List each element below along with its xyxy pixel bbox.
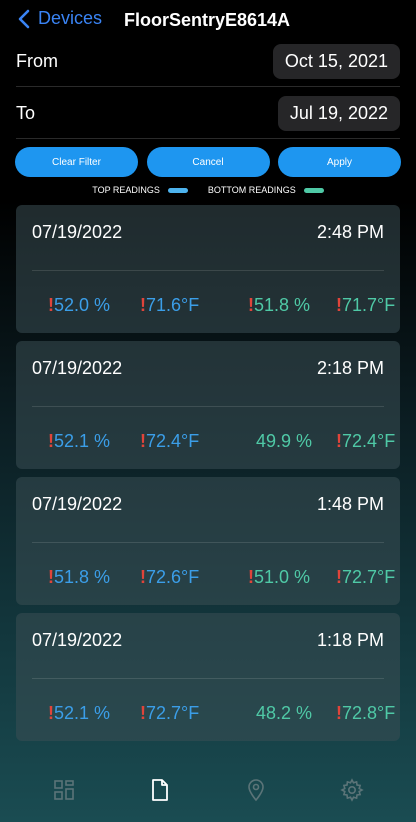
bottom-temperature-value: !71.7°F xyxy=(336,295,395,316)
bottom-humidity-value: !51.8 % xyxy=(248,295,310,316)
readings-legend: TOP READINGS BOTTOM READINGS xyxy=(0,183,416,197)
reading-card[interactable]: 07/19/2022 2:18 PM !52.1 % !72.4°F 49.9 % !72… xyxy=(16,341,400,469)
reading-values: !52.0 % !71.6°F !51.8 % !71.7°F xyxy=(16,295,400,317)
tab-readings[interactable] xyxy=(148,778,172,802)
cancel-button[interactable]: Cancel xyxy=(146,147,270,177)
tab-dashboard[interactable] xyxy=(52,778,76,802)
page-title: FloorSentryE8614A xyxy=(124,10,291,30)
gear-icon xyxy=(340,778,364,802)
reading-date: 07/19/2022 xyxy=(32,630,123,650)
reading-card[interactable]: 07/19/2022 1:18 PM !52.1 % !72.7°F 48.2 % !72… xyxy=(16,613,400,741)
bottom-temperature-text: 72.8°F xyxy=(342,703,396,723)
top-temperature-value: !72.4°F xyxy=(140,431,199,452)
card-divider xyxy=(32,678,384,679)
chevron-left-icon xyxy=(18,9,30,28)
apply-button[interactable]: Apply xyxy=(278,147,401,177)
reading-time: 1:18 PM xyxy=(316,630,384,650)
to-row: To Jul 19, 2022 xyxy=(16,88,400,138)
bottom-temperature-value: !72.7°F xyxy=(336,567,395,588)
top-temperature-text: 72.6°F xyxy=(146,567,200,587)
top-temperature-value: !72.6°F xyxy=(140,567,199,588)
reading-time: 2:48 PM xyxy=(316,222,384,242)
to-date-picker[interactable]: Jul 19, 2022 xyxy=(277,95,400,131)
document-icon xyxy=(152,779,168,801)
bottom-temperature-text: 71.7°F xyxy=(342,295,396,315)
dashboard-grid-icon xyxy=(54,780,74,800)
reading-values: !52.1 % !72.7°F 48.2 % !72.8°F xyxy=(16,703,400,725)
reading-card[interactable]: 07/19/2022 1:48 PM !51.8 % !72.6°F !51.0 % !7… xyxy=(16,477,400,605)
reading-time: 1:48 PM xyxy=(316,494,384,514)
divider xyxy=(16,138,400,139)
top-humidity-text: 52.1 % xyxy=(54,703,111,723)
tab-bar xyxy=(0,770,416,810)
clear-filter-button[interactable]: Clear Filter xyxy=(15,147,138,177)
back-button[interactable]: Devices xyxy=(18,8,102,29)
top-humidity-value: !52.1 % xyxy=(48,431,110,452)
back-button-label: Devices xyxy=(38,8,103,28)
reading-date: 07/19/2022 xyxy=(32,358,123,378)
legend-bottom-swatch xyxy=(303,187,324,193)
top-humidity-text: 52.1 % xyxy=(54,431,111,451)
top-temperature-text: 72.4°F xyxy=(146,431,200,451)
reading-values: !51.8 % !72.6°F !51.0 % !72.7°F xyxy=(16,567,400,589)
top-humidity-text: 51.8 % xyxy=(54,567,111,587)
reading-date: 07/19/2022 xyxy=(32,222,123,242)
reading-time: 2:18 PM xyxy=(316,358,384,378)
top-humidity-value: !52.0 % xyxy=(48,295,110,316)
tab-location[interactable] xyxy=(244,778,268,802)
from-label: From xyxy=(16,50,58,71)
to-label: To xyxy=(16,102,36,123)
bottom-humidity-value: 49.9 % xyxy=(256,431,312,452)
bottom-humidity-text: 48.2 % xyxy=(256,703,313,723)
top-temperature-text: 72.7°F xyxy=(146,703,200,723)
legend-top-swatch xyxy=(167,187,188,193)
reading-card[interactable]: 07/19/2022 2:48 PM !52.0 % !71.6°F !51.8 % !7… xyxy=(16,205,400,333)
card-divider xyxy=(32,406,384,407)
location-pin-icon xyxy=(248,779,264,802)
bottom-humidity-text: 51.0 % xyxy=(254,567,311,587)
bottom-temperature-text: 72.4°F xyxy=(342,431,396,451)
top-temperature-value: !72.7°F xyxy=(140,703,199,724)
card-divider xyxy=(32,542,384,543)
bottom-humidity-text: 49.9 % xyxy=(256,431,313,451)
from-row: From Oct 15, 2021 xyxy=(16,36,400,86)
bottom-humidity-text: 51.8 % xyxy=(254,295,311,315)
card-divider xyxy=(32,270,384,271)
legend-top-label: TOP READINGS xyxy=(92,185,160,195)
tab-settings[interactable] xyxy=(340,778,364,802)
top-humidity-value: !51.8 % xyxy=(48,567,110,588)
bottom-temperature-text: 72.7°F xyxy=(342,567,396,587)
top-humidity-text: 52.0 % xyxy=(54,295,111,315)
filter-buttons: Clear Filter Cancel Apply xyxy=(15,147,401,177)
from-date-picker[interactable]: Oct 15, 2021 xyxy=(272,43,400,79)
bottom-temperature-value: !72.4°F xyxy=(336,431,395,452)
reading-date: 07/19/2022 xyxy=(32,494,123,514)
divider xyxy=(16,86,400,87)
top-temperature-value: !71.6°F xyxy=(140,295,199,316)
top-temperature-text: 71.6°F xyxy=(146,295,200,315)
bottom-temperature-value: !72.8°F xyxy=(336,703,395,724)
legend-bottom-label: BOTTOM READINGS xyxy=(207,185,296,195)
bottom-humidity-value: 48.2 % xyxy=(256,703,312,724)
bottom-humidity-value: !51.0 % xyxy=(248,567,310,588)
top-humidity-value: !52.1 % xyxy=(48,703,110,724)
reading-values: !52.1 % !72.4°F 49.9 % !72.4°F xyxy=(16,431,400,453)
